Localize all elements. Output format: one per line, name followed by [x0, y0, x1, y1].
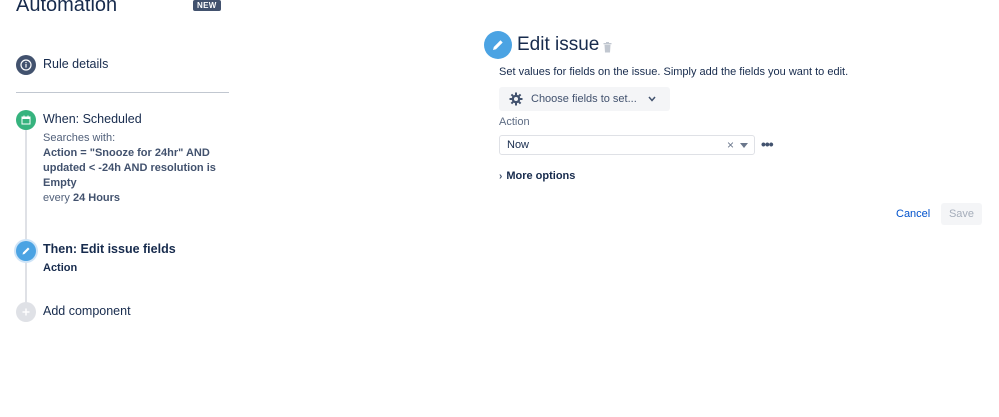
rule-details-link[interactable]: Rule details [43, 57, 108, 71]
divider [16, 92, 229, 93]
page-title: Automation [16, 0, 118, 16]
schedule-frequency: every 24 Hours [43, 192, 121, 204]
cancel-button[interactable]: Cancel [891, 203, 935, 225]
action-subtitle: Action [43, 262, 78, 274]
jql-query: Action = "Snooze for 24hr" AND updated <… [43, 147, 216, 189]
gear-icon [509, 92, 523, 106]
chevron-down-icon[interactable] [740, 142, 748, 148]
editor-title: Edit issue [517, 34, 600, 55]
add-component-link[interactable]: Add component [43, 304, 131, 318]
plus-icon[interactable] [16, 302, 36, 322]
timeline-line [25, 120, 27, 310]
calendar-icon[interactable] [16, 110, 36, 130]
pencil-icon[interactable] [16, 241, 36, 261]
searches-with-label: Searches with: [43, 132, 116, 144]
action-title[interactable]: Then: Edit issue fields [43, 242, 176, 256]
editor-description: Set values for fields on the issue. Simp… [499, 66, 849, 78]
field-label: Action [499, 116, 530, 128]
chevron-down-icon [648, 96, 656, 102]
choose-fields-label: Choose fields to set... [531, 93, 637, 105]
clear-icon[interactable]: × [727, 139, 734, 151]
trigger-title[interactable]: When: Scheduled [43, 112, 142, 126]
action-field-select[interactable]: Now × [499, 135, 755, 155]
more-actions-icon[interactable]: ••• [761, 137, 774, 151]
new-badge: NEW [193, 0, 221, 11]
trigger-description: Searches with: Action = "Snooze for 24hr… [43, 131, 233, 206]
chevron-right-icon: › [499, 170, 503, 182]
more-options-toggle[interactable]: › More options [499, 170, 575, 182]
select-value: Now [507, 139, 530, 151]
info-icon[interactable] [16, 55, 36, 75]
trash-icon[interactable] [603, 40, 612, 58]
save-button[interactable]: Save [941, 203, 982, 225]
more-options-label: More options [506, 170, 576, 182]
choose-fields-button[interactable]: Choose fields to set... [499, 87, 670, 111]
pencil-icon [484, 31, 512, 59]
